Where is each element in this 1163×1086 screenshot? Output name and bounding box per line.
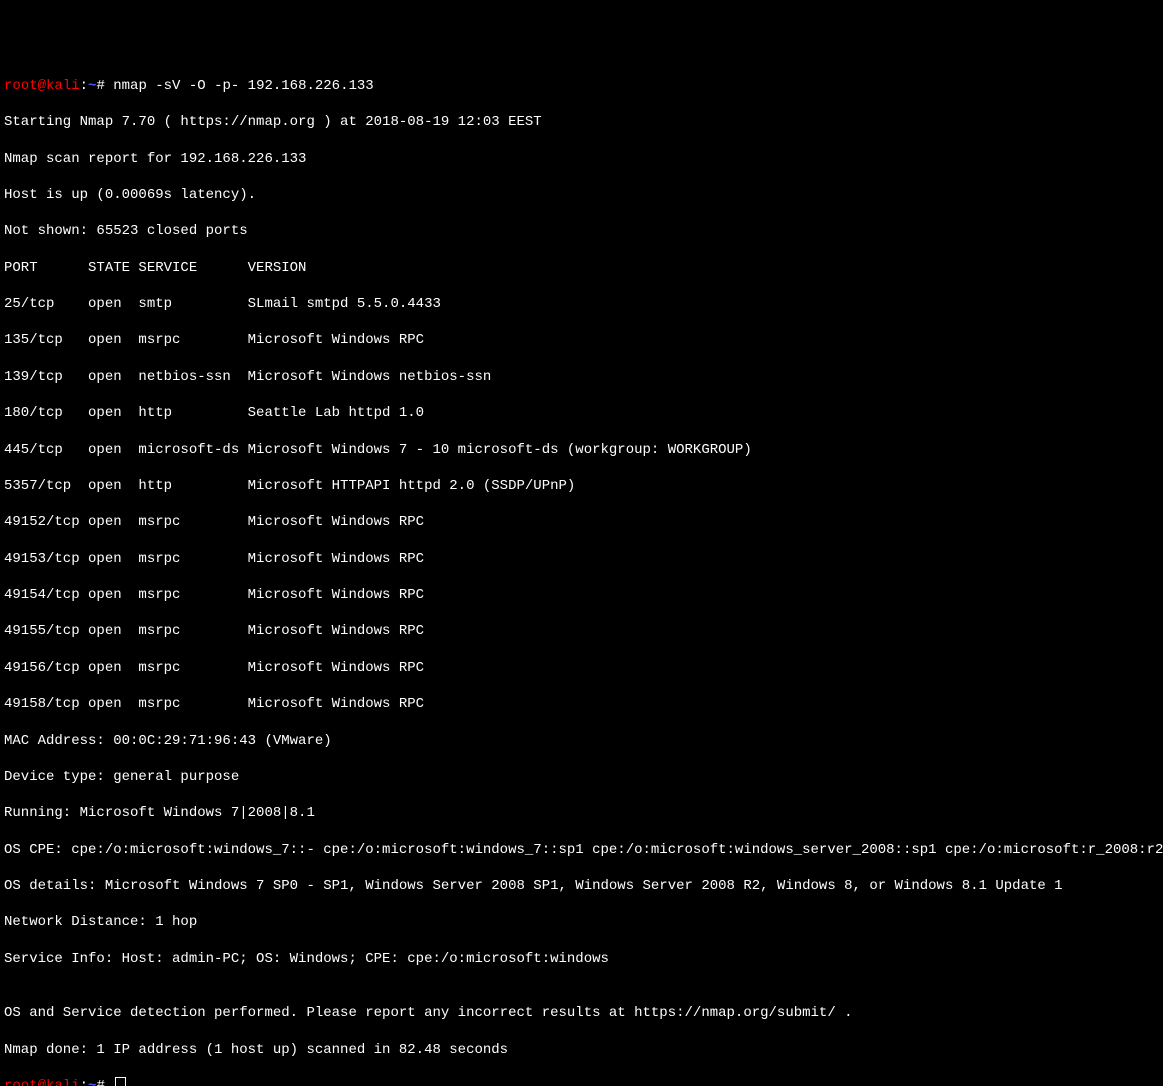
running-line: Running: Microsoft Windows 7|2008|8.1 [4, 804, 1159, 822]
port-row: 445/tcp open microsoft-ds Microsoft Wind… [4, 441, 1159, 459]
not-shown-line: Not shown: 65523 closed ports [4, 222, 1159, 240]
detection-line: OS and Service detection performed. Plea… [4, 1004, 1159, 1022]
prompt-sep: : [80, 1078, 88, 1086]
port-row: 49154/tcp open msrpc Microsoft Windows R… [4, 586, 1159, 604]
port-row: 139/tcp open netbios-ssn Microsoft Windo… [4, 368, 1159, 386]
port-row: 25/tcp open smtp SLmail smtpd 5.5.0.4433 [4, 295, 1159, 313]
mac-address-line: MAC Address: 00:0C:29:71:96:43 (VMware) [4, 732, 1159, 750]
terminal-output: root@kali:~# nmap -sV -O -p- 192.168.226… [4, 59, 1159, 1086]
port-row: 180/tcp open http Seattle Lab httpd 1.0 [4, 404, 1159, 422]
prompt-line-2[interactable]: root@kali:~# [4, 1077, 1159, 1086]
prompt-path: ~ [88, 1078, 96, 1086]
service-info-line: Service Info: Host: admin-PC; OS: Window… [4, 950, 1159, 968]
prompt-user: root [4, 78, 38, 94]
device-type-line: Device type: general purpose [4, 768, 1159, 786]
os-cpe-line: OS CPE: cpe:/o:microsoft:windows_7::- cp… [4, 841, 1159, 859]
prompt-sep: : [80, 78, 88, 94]
prompt-at: @ [38, 1078, 46, 1086]
os-details-line: OS details: Microsoft Windows 7 SP0 - SP… [4, 877, 1159, 895]
prompt-hash: # [96, 1078, 113, 1086]
port-row: 135/tcp open msrpc Microsoft Windows RPC [4, 331, 1159, 349]
network-distance-line: Network Distance: 1 hop [4, 913, 1159, 931]
prompt-hash: # [96, 78, 113, 94]
port-row: 49158/tcp open msrpc Microsoft Windows R… [4, 695, 1159, 713]
prompt-user: root [4, 1078, 38, 1086]
port-row: 5357/tcp open http Microsoft HTTPAPI htt… [4, 477, 1159, 495]
prompt-at: @ [38, 78, 46, 94]
prompt-host: kali [46, 78, 80, 94]
port-row: 49155/tcp open msrpc Microsoft Windows R… [4, 622, 1159, 640]
port-header-line: PORT STATE SERVICE VERSION [4, 259, 1159, 277]
port-row: 49153/tcp open msrpc Microsoft Windows R… [4, 550, 1159, 568]
prompt-line-1: root@kali:~# nmap -sV -O -p- 192.168.226… [4, 77, 1159, 95]
port-row: 49156/tcp open msrpc Microsoft Windows R… [4, 659, 1159, 677]
command-text[interactable]: nmap -sV -O -p- 192.168.226.133 [113, 78, 373, 94]
port-row: 49152/tcp open msrpc Microsoft Windows R… [4, 513, 1159, 531]
prompt-host: kali [46, 1078, 80, 1086]
cursor-icon [115, 1077, 126, 1086]
nmap-start-line: Starting Nmap 7.70 ( https://nmap.org ) … [4, 113, 1159, 131]
nmap-done-line: Nmap done: 1 IP address (1 host up) scan… [4, 1041, 1159, 1059]
nmap-report-line: Nmap scan report for 192.168.226.133 [4, 150, 1159, 168]
host-up-line: Host is up (0.00069s latency). [4, 186, 1159, 204]
